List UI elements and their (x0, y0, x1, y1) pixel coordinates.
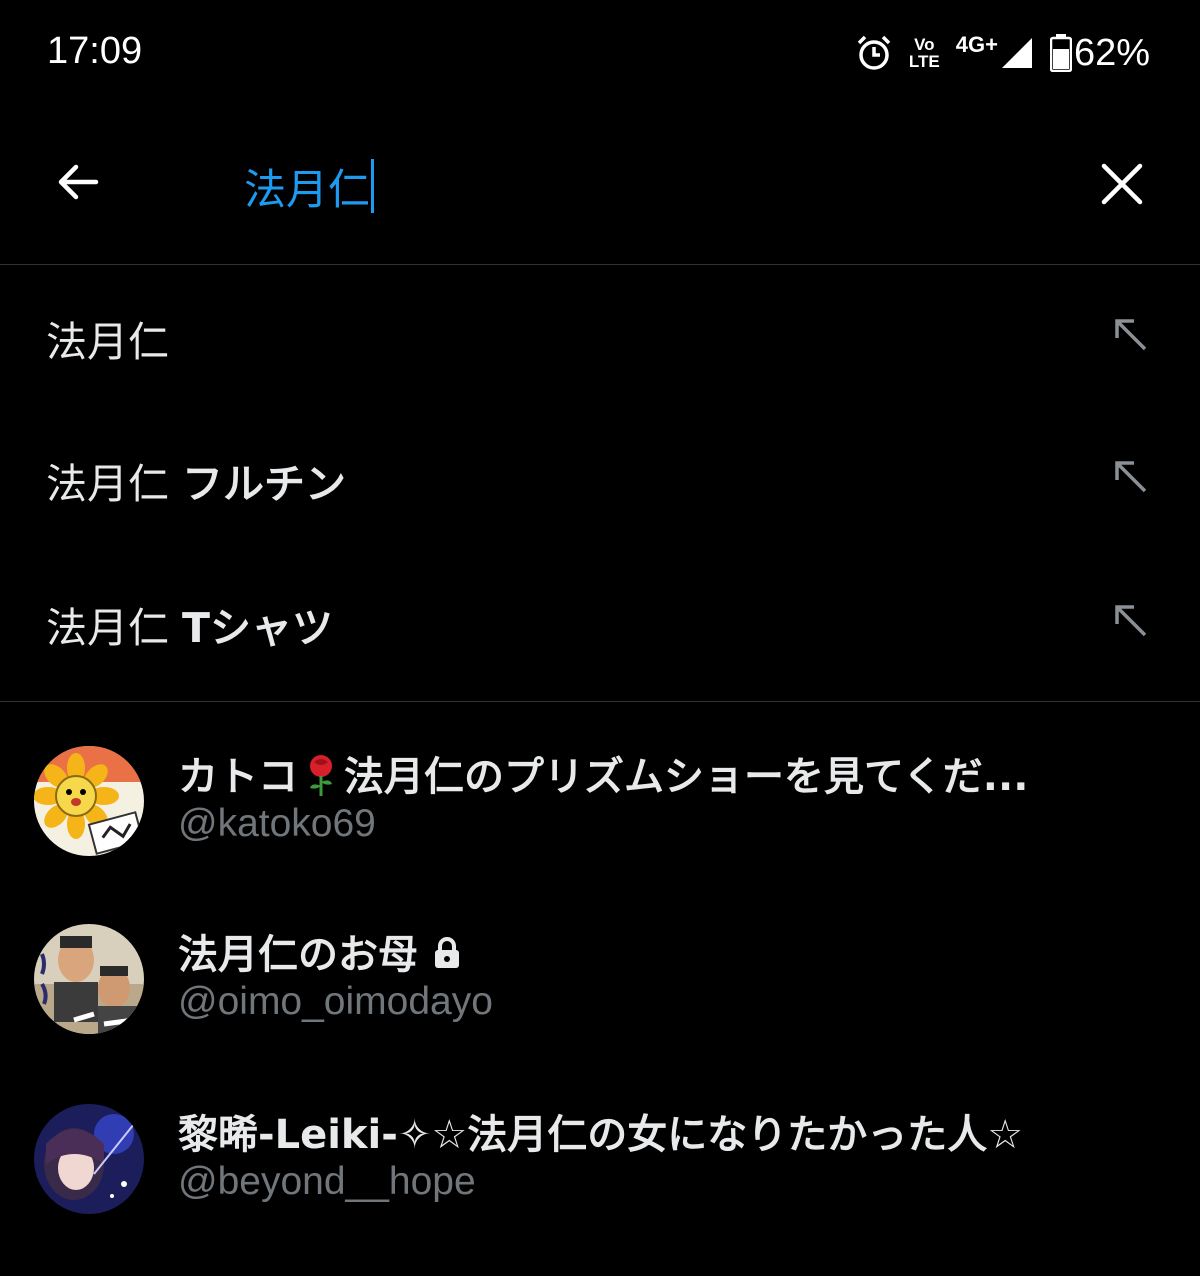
avatar[interactable] (34, 924, 144, 1034)
fill-query-arrow-icon[interactable] (1110, 314, 1150, 354)
user-display-name: 法月仁のお母 (178, 922, 462, 980)
status-time: 17:09 (47, 30, 143, 72)
status-icons: Vo LTE 4G+ 62% (855, 28, 1150, 78)
user-display-name: カトコ 法月仁のプリズムショーを見てくだ... (178, 744, 1028, 802)
suggestion-prefix: 法月仁 (46, 318, 169, 366)
status-bar: 17:09 Vo LTE 4G+ 62% (0, 0, 1200, 104)
suggestion-item[interactable]: 法月仁 Tシャツ (0, 552, 1200, 694)
photo-avatar-image (34, 924, 144, 1034)
avatar[interactable] (34, 746, 144, 856)
suggestion-label: 法月仁 フルチン (46, 450, 346, 510)
user-result[interactable]: 法月仁のお母 @oimo_oimodayo (0, 916, 1200, 1096)
signal-icon (1001, 38, 1032, 68)
user-result[interactable]: カトコ 法月仁のプリズムショーを見てくだ... @katoko69 (0, 738, 1200, 918)
anime-avatar-image (34, 1104, 144, 1214)
battery-icon (1049, 34, 1072, 72)
volte-icon: Vo LTE (909, 36, 940, 70)
name-part: ☆法月仁の女になりたかった人☆ (431, 1112, 1024, 1158)
user-result[interactable]: 黎晞-Leiki-✧☆法月仁の女になりたかった人☆ @beyond__hope (0, 1096, 1200, 1276)
search-header: 法月仁 (0, 104, 1200, 264)
fill-query-arrow-icon[interactable] (1110, 456, 1150, 496)
text-cursor (371, 159, 375, 213)
suggestion-prefix: 法月仁 (46, 604, 169, 652)
volte-top: Vo (914, 35, 935, 54)
suggestion-label: 法月仁 (46, 308, 169, 368)
user-display-name: 黎晞-Leiki-✧☆法月仁の女になりたかった人☆ (178, 1102, 1023, 1160)
suggestion-label: 法月仁 Tシャツ (46, 594, 333, 654)
name-part: カトコ (178, 754, 298, 800)
search-input[interactable]: 法月仁 (244, 156, 375, 216)
name-part: 法月仁のお母 (178, 932, 418, 978)
avatar[interactable] (34, 1104, 144, 1214)
fill-query-arrow-icon[interactable] (1110, 600, 1150, 640)
battery-percent: 62% (1073, 31, 1150, 74)
name-part: 法月仁のプリズムショーを見てくだ... (344, 754, 1029, 800)
suggestions-divider (0, 701, 1200, 702)
suggestion-item[interactable]: 法月仁 (0, 266, 1200, 408)
header-divider (0, 264, 1200, 265)
sparkle-emoji: ✧ (397, 1112, 432, 1158)
user-handle: @beyond__hope (178, 1160, 476, 1203)
suggestion-item[interactable]: 法月仁 フルチン (0, 408, 1200, 550)
suggestion-suffix: フルチン (182, 460, 347, 508)
close-icon[interactable] (1100, 162, 1144, 206)
back-arrow-icon[interactable] (52, 156, 104, 208)
rose-icon (310, 755, 332, 796)
suggestion-suffix: Tシャツ (182, 604, 334, 652)
sunflower-avatar-image (34, 746, 144, 856)
name-part: 黎晞-Leiki- (178, 1112, 398, 1158)
suggestion-prefix: 法月仁 (46, 460, 169, 508)
search-query: 法月仁 (244, 164, 371, 214)
lock-icon (435, 937, 459, 968)
user-handle: @oimo_oimodayo (178, 980, 493, 1023)
network-type: 4G+ (955, 32, 998, 57)
alarm-icon (857, 35, 891, 70)
user-handle: @katoko69 (178, 802, 376, 845)
volte-bottom: LTE (908, 52, 940, 71)
